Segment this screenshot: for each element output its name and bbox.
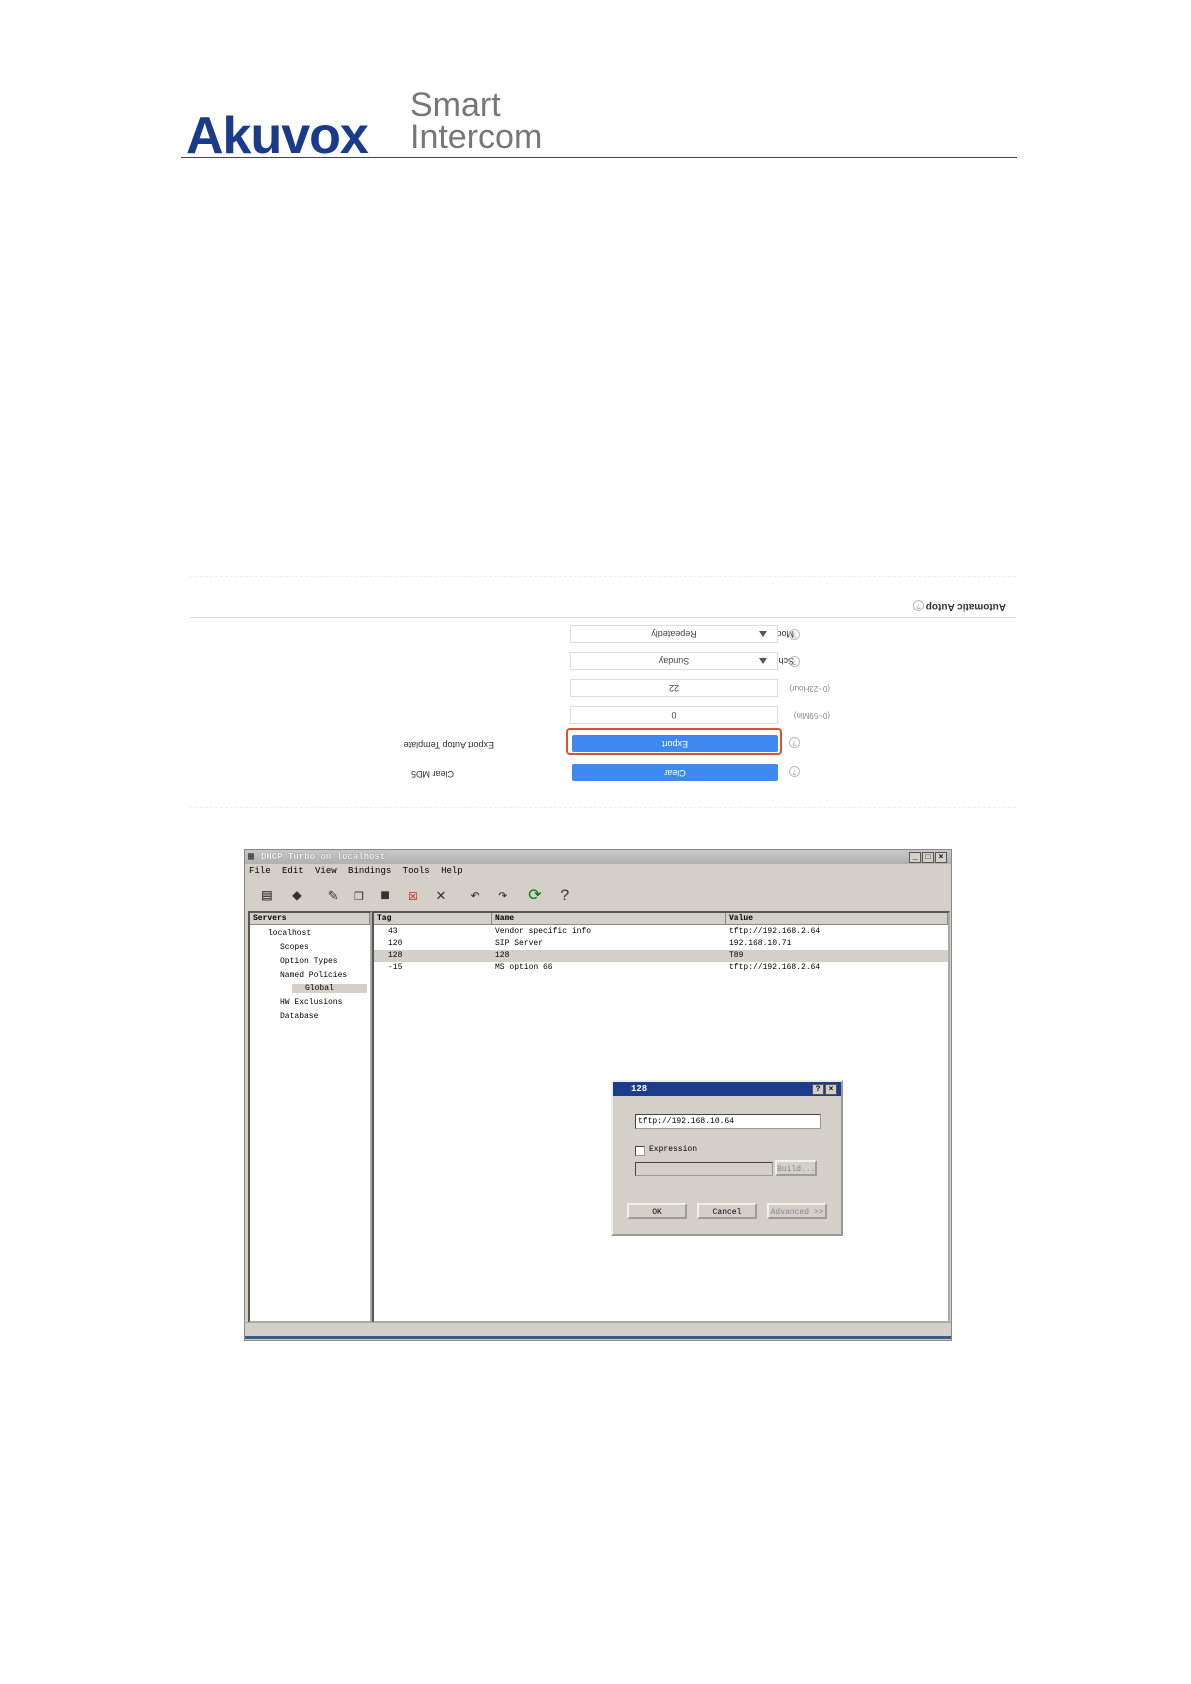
- column-name[interactable]: Name: [492, 913, 726, 925]
- new-icon[interactable]: ▤: [257, 886, 277, 906]
- export-template-label: Export Autop Template: [403, 740, 494, 750]
- header-divider: [181, 157, 1017, 158]
- table-row[interactable]: -15 MS option 66 tftp://192.168.2.64: [374, 962, 948, 974]
- help-icon[interactable]: ?: [789, 629, 800, 640]
- menu-bindings[interactable]: Bindings: [348, 866, 391, 876]
- tree-item[interactable]: Named Policies: [280, 971, 347, 980]
- maximize-button[interactable]: □: [922, 852, 934, 863]
- akuvox-logo: Akuvox Smart Intercom: [186, 86, 546, 165]
- column-value[interactable]: Value: [726, 913, 948, 925]
- window-title: DHCP Turbo on localhost: [261, 852, 386, 862]
- app-icon: ▦: [248, 852, 255, 863]
- dhcp-turbo-window: ▦ DHCP Turbo on localhost _ □ × File Edi…: [244, 849, 952, 1341]
- hour-input[interactable]: 22: [570, 679, 778, 697]
- expression-input[interactable]: [635, 1162, 773, 1176]
- hour-hint: (0~23Hour): [789, 684, 830, 693]
- tree-item[interactable]: Option Types: [280, 957, 338, 966]
- help-icon[interactable]: ?: [789, 737, 800, 748]
- redo-icon[interactable]: ↷: [493, 886, 513, 906]
- tag-icon[interactable]: ◆: [287, 886, 307, 906]
- help-icon[interactable]: ?: [789, 766, 800, 777]
- dialog-title: 128: [631, 1084, 648, 1094]
- option-value-input[interactable]: tftp://192.168.10.64: [635, 1114, 821, 1129]
- refresh-icon[interactable]: ⟳: [525, 886, 545, 906]
- menu-file[interactable]: File: [249, 866, 271, 876]
- expression-label: Expression: [649, 1145, 698, 1154]
- export-button[interactable]: Export: [572, 735, 778, 752]
- menu-bar: File Edit View Bindings Tools Help: [249, 866, 469, 878]
- copy-icon[interactable]: ❐: [349, 886, 369, 906]
- advanced-button[interactable]: Advanced >>: [767, 1203, 827, 1219]
- mode-select[interactable]: Repeatedly: [570, 625, 778, 643]
- ok-button[interactable]: OK: [627, 1203, 687, 1219]
- minute-input[interactable]: 0: [570, 706, 778, 724]
- table-row[interactable]: 120 SIP Server 192.168.10.71: [374, 938, 948, 950]
- paste-icon[interactable]: ■: [375, 886, 395, 906]
- toolbar: ▤ ◆ ✎ ❐ ■ ☒ ✕ ↶ ↷ ⟳ ?: [249, 881, 945, 912]
- section-title: Automatic Autop: [925, 601, 1006, 612]
- tools-icon[interactable]: ✕: [431, 886, 451, 906]
- tree-item[interactable]: HW Exclusions: [280, 998, 342, 1007]
- window-titlebar[interactable]: ▦ DHCP Turbo on localhost _ □ ×: [245, 850, 951, 864]
- column-tag[interactable]: Tag: [374, 913, 492, 925]
- help-icon[interactable]: ?: [789, 656, 800, 667]
- tree-item[interactable]: Database: [280, 1012, 318, 1021]
- clear-button[interactable]: Clear: [572, 764, 778, 781]
- autop-screenshot: Automatic Autop ? Mode Repeatedly ? Sche…: [190, 576, 1016, 808]
- select-arrow-icon: [759, 658, 767, 664]
- schedule-select[interactable]: Sunday: [570, 652, 778, 670]
- menu-help[interactable]: Help: [441, 866, 463, 876]
- tree-item[interactable]: Scopes: [280, 943, 309, 952]
- window-bottom-border: [245, 1336, 951, 1339]
- server-tree-pane: Servers localhost Scopes Option Types Na…: [248, 911, 372, 1323]
- servers-header[interactable]: Servers: [250, 913, 370, 925]
- build-button[interactable]: Build...: [775, 1160, 817, 1176]
- menu-view[interactable]: View: [315, 866, 337, 876]
- option-128-dialog: 128 ? × tftp://192.168.10.64 Expression …: [611, 1080, 843, 1236]
- delete-icon[interactable]: ☒: [403, 886, 423, 906]
- table-row-selected[interactable]: 128 128 T89: [374, 950, 948, 962]
- close-button[interactable]: ×: [935, 852, 947, 863]
- options-list-pane: Tag Name Value 43 Vendor specific info t…: [372, 911, 950, 1323]
- minimize-button[interactable]: _: [909, 852, 921, 863]
- section-divider: [190, 617, 1016, 618]
- logo-tagline-intercom: Intercom: [410, 118, 543, 156]
- logo-tagline-smart: Smart: [410, 86, 501, 124]
- pin-icon[interactable]: ✎: [323, 886, 343, 906]
- clear-md5-label: Clear MD5: [410, 769, 454, 779]
- dialog-close-button[interactable]: ×: [825, 1084, 837, 1095]
- tree-item[interactable]: localhost: [268, 929, 311, 938]
- undo-icon[interactable]: ↶: [465, 886, 485, 906]
- help-icon[interactable]: ?: [913, 600, 924, 611]
- table-row[interactable]: 43 Vendor specific info tftp://192.168.2…: [374, 926, 948, 938]
- minute-hint: (0~59Min): [793, 711, 830, 720]
- dialog-titlebar[interactable]: 128 ? ×: [613, 1082, 841, 1096]
- select-arrow-icon: [759, 631, 767, 637]
- tree-item-selected[interactable]: Global: [292, 984, 367, 993]
- menu-tools[interactable]: Tools: [403, 866, 430, 876]
- expression-checkbox[interactable]: [635, 1146, 645, 1156]
- menu-edit[interactable]: Edit: [282, 866, 304, 876]
- cancel-button[interactable]: Cancel: [697, 1203, 757, 1219]
- dialog-help-button[interactable]: ?: [812, 1084, 824, 1095]
- help-icon[interactable]: ?: [555, 886, 575, 906]
